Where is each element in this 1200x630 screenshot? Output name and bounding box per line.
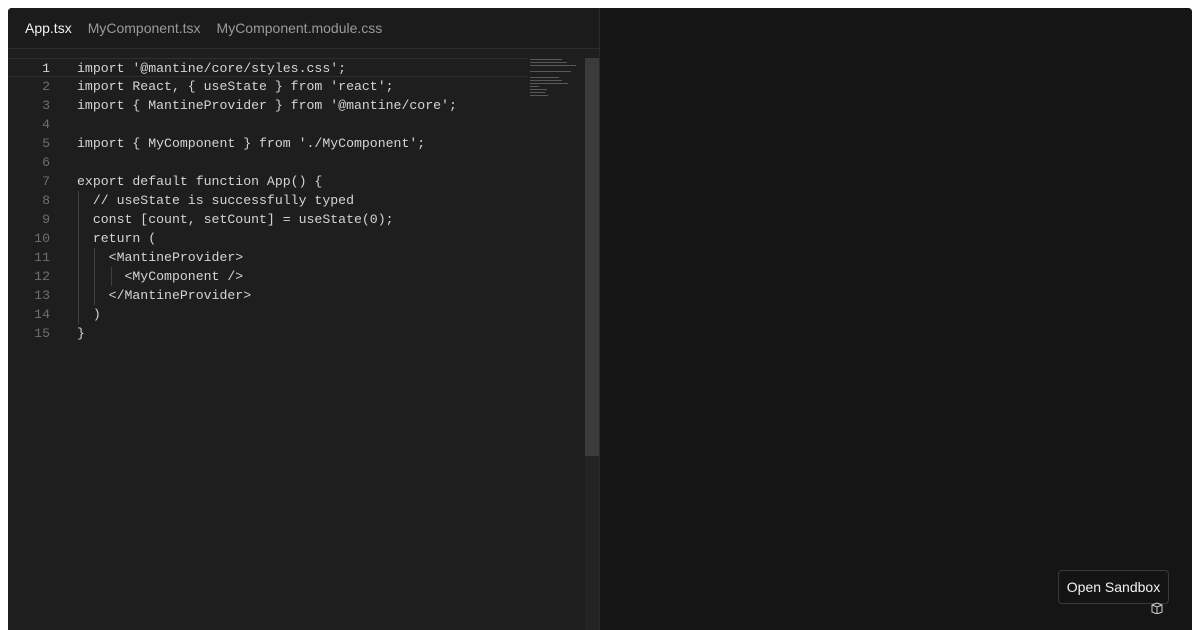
code-line: 14 ) bbox=[8, 305, 528, 324]
line-number: 14 bbox=[34, 307, 50, 322]
code-demo-frame: App.tsx MyComponent.tsx MyComponent.modu… bbox=[8, 8, 1192, 630]
minimap-line bbox=[530, 62, 567, 63]
minimap-line bbox=[530, 80, 562, 81]
indent-guide bbox=[111, 267, 112, 286]
line-number: 3 bbox=[42, 98, 50, 113]
line-text: import React, { useState } from 'react'; bbox=[77, 79, 394, 94]
code-line: 3 import { MantineProvider } from '@mant… bbox=[8, 96, 528, 115]
minimap-line bbox=[530, 65, 576, 66]
tab-mycomponent-tsx[interactable]: MyComponent.tsx bbox=[88, 20, 201, 36]
open-sandbox-button[interactable]: Open Sandbox bbox=[1058, 570, 1169, 604]
codesandbox-cube-icon bbox=[1151, 602, 1163, 614]
code-line: 13 </MantineProvider> bbox=[8, 286, 528, 305]
indent-guide bbox=[94, 248, 95, 305]
indent-guide bbox=[78, 191, 79, 324]
line-text: return ( bbox=[77, 231, 157, 246]
line-number: 1 bbox=[42, 61, 50, 76]
code-line: 1 import '@mantine/core/styles.css'; bbox=[8, 58, 528, 77]
code-line: 2 import React, { useState } from 'react… bbox=[8, 77, 528, 96]
code-line: 7 export default function App() { bbox=[8, 172, 528, 191]
line-number: 10 bbox=[34, 231, 50, 246]
minimap-line bbox=[530, 83, 568, 84]
line-text: import { MantineProvider } from '@mantin… bbox=[77, 98, 457, 113]
line-text: </MantineProvider> bbox=[77, 288, 252, 303]
line-number: 8 bbox=[42, 193, 50, 208]
code-line: 6 bbox=[8, 153, 528, 172]
line-text: // useState is successfully typed bbox=[77, 193, 354, 208]
minimap-line bbox=[530, 92, 545, 93]
code-line: 4 bbox=[8, 115, 528, 134]
editor-scrollbar[interactable] bbox=[585, 58, 599, 630]
line-text: const [count, setCount] = useState(0); bbox=[77, 212, 394, 227]
line-text: } bbox=[77, 326, 85, 341]
code-line: 5 import { MyComponent } from './MyCompo… bbox=[8, 134, 528, 153]
line-number: 5 bbox=[42, 136, 50, 151]
code-minimap[interactable] bbox=[530, 58, 586, 98]
line-text: export default function App() { bbox=[77, 174, 323, 189]
line-number: 2 bbox=[42, 79, 50, 94]
line-number: 13 bbox=[34, 288, 50, 303]
line-text: <MyComponent /> bbox=[77, 269, 244, 284]
preview-pane bbox=[601, 8, 1192, 630]
minimap-line bbox=[530, 71, 571, 72]
line-text: ) bbox=[77, 307, 101, 322]
code-line: 12 <MyComponent /> bbox=[8, 267, 528, 286]
line-number: 7 bbox=[42, 174, 50, 189]
line-number: 6 bbox=[42, 155, 50, 170]
minimap-line bbox=[530, 95, 548, 96]
code-line: 9 const [count, setCount] = useState(0); bbox=[8, 210, 528, 229]
minimap-line bbox=[530, 89, 547, 90]
file-tabs: App.tsx MyComponent.tsx MyComponent.modu… bbox=[8, 8, 599, 49]
line-text: import '@mantine/core/styles.css'; bbox=[77, 61, 347, 76]
tab-app-tsx[interactable]: App.tsx bbox=[25, 20, 72, 36]
code-line: 15 } bbox=[8, 324, 528, 343]
line-number: 9 bbox=[42, 212, 50, 227]
code-line: 11 <MantineProvider> bbox=[8, 248, 528, 267]
editor-pane: App.tsx MyComponent.tsx MyComponent.modu… bbox=[8, 8, 600, 630]
minimap-line bbox=[530, 77, 559, 78]
code-line: 10 return ( bbox=[8, 229, 528, 248]
minimap-line bbox=[530, 59, 562, 60]
line-number: 12 bbox=[34, 269, 50, 284]
line-number: 15 bbox=[34, 326, 50, 341]
code-editor[interactable]: 1 import '@mantine/core/styles.css'; 2 i… bbox=[8, 58, 585, 630]
line-number: 4 bbox=[42, 117, 50, 132]
code-line: 8 // useState is successfully typed bbox=[8, 191, 528, 210]
minimap-line bbox=[530, 86, 539, 87]
scrollbar-thumb[interactable] bbox=[585, 58, 599, 456]
line-number: 11 bbox=[34, 250, 50, 265]
tab-mycomponent-module-css[interactable]: MyComponent.module.css bbox=[217, 20, 383, 36]
line-text: <MantineProvider> bbox=[77, 250, 244, 265]
line-text: import { MyComponent } from './MyCompone… bbox=[77, 136, 426, 151]
